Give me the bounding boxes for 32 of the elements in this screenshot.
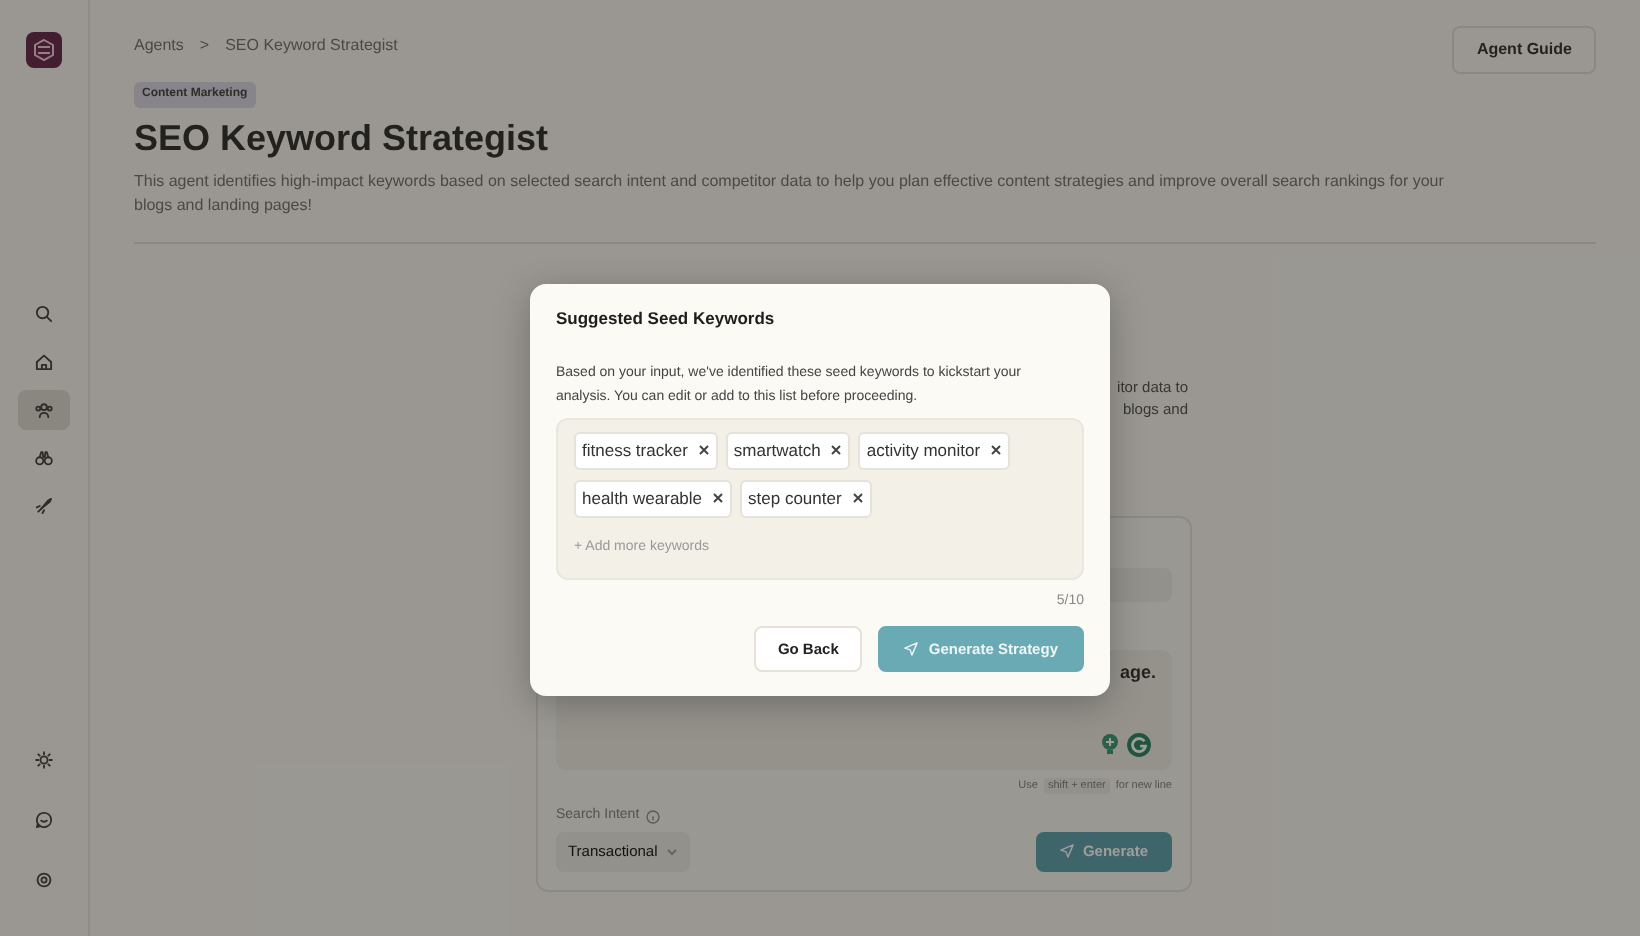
rocket-icon bbox=[34, 496, 54, 516]
modal-title: Suggested Seed Keywords bbox=[556, 308, 777, 329]
page-description: This agent identifies high-impact keywords based on selected search intent and competitor data to help you plan effective content strategies and improve overall search rankings for your blogs and landing pages! bbox=[134, 169, 1446, 218]
breadcrumb-item[interactable]: Agents bbox=[134, 34, 184, 58]
send-icon bbox=[1060, 844, 1075, 859]
binoculars-icon bbox=[34, 448, 54, 468]
remove-icon[interactable] bbox=[697, 443, 710, 460]
lightbulb-icon[interactable] bbox=[1098, 731, 1122, 756]
remove-icon[interactable] bbox=[851, 490, 864, 507]
people-icon bbox=[34, 400, 54, 420]
keyword-label: step counter bbox=[748, 485, 842, 512]
chat-icon bbox=[34, 810, 54, 830]
page-title: SEO Keyword Strategist bbox=[134, 118, 551, 162]
remove-icon[interactable] bbox=[830, 443, 843, 460]
app-logo[interactable] bbox=[26, 32, 62, 68]
prompt-text: age. bbox=[1119, 661, 1156, 682]
agent-guide-button[interactable]: Agent Guide bbox=[1452, 26, 1596, 74]
sun-icon bbox=[34, 750, 54, 770]
search-icon bbox=[34, 304, 54, 324]
remove-icon[interactable] bbox=[990, 443, 1003, 460]
keyword-label: fitness tracker bbox=[582, 438, 688, 464]
send-icon bbox=[904, 642, 919, 657]
keyword-label: smartwatch bbox=[733, 438, 821, 464]
breadcrumb-item: SEO Keyword Strategist bbox=[225, 34, 398, 58]
sidebar-item[interactable] bbox=[18, 390, 70, 430]
breadcrumb-separator: > bbox=[199, 34, 210, 58]
remove-icon[interactable] bbox=[712, 490, 725, 507]
keyword-label: activity monitor bbox=[866, 438, 981, 464]
chevron-down-icon bbox=[665, 845, 678, 858]
grammar-assistant-icon[interactable] bbox=[1126, 731, 1152, 758]
keyword-label: health wearable bbox=[582, 485, 703, 512]
home-icon bbox=[34, 352, 54, 372]
